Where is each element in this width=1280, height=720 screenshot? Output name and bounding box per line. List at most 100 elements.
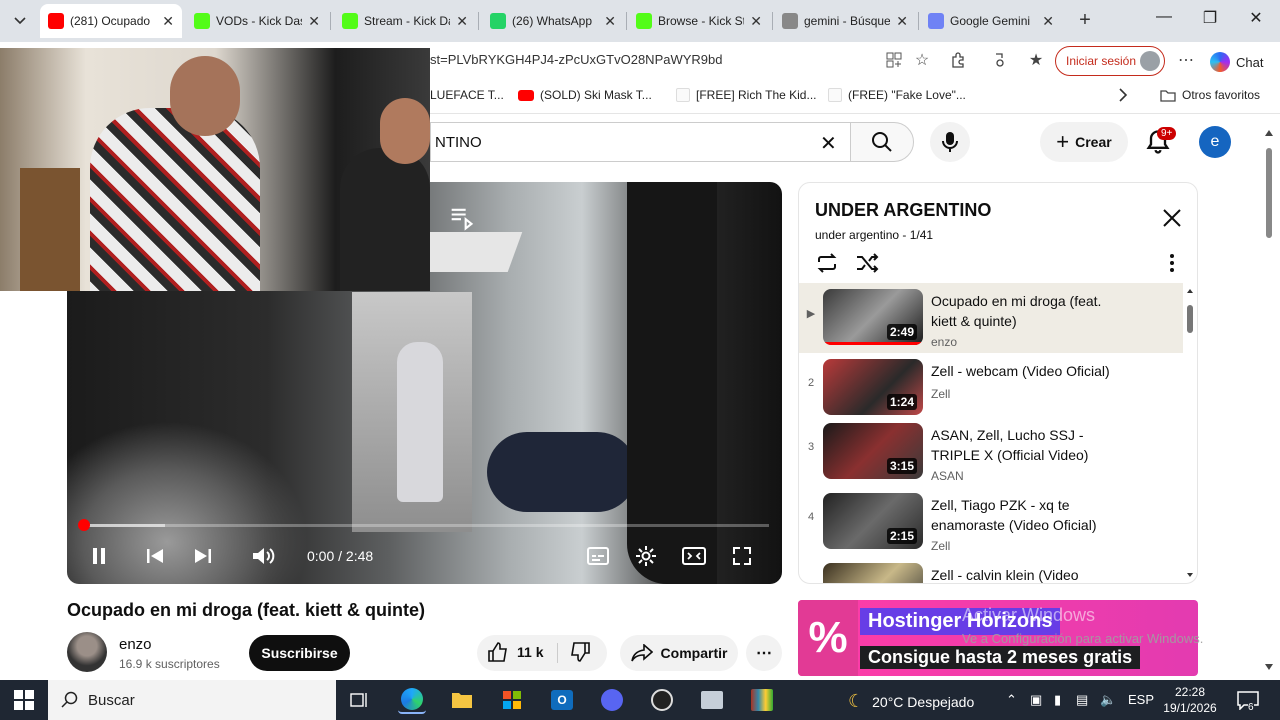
clock[interactable]: 22:28 19/1/2026 (1160, 684, 1220, 716)
subtitles-button[interactable] (584, 542, 612, 570)
browser-tab[interactable]: VODs - Kick Dash ✕ (186, 4, 328, 38)
user-avatar[interactable]: e (1199, 126, 1231, 158)
search-button[interactable] (850, 122, 914, 162)
language-indicator[interactable]: ESP (1128, 692, 1154, 707)
more-actions-button[interactable]: ⋯ (746, 635, 782, 671)
browser-tab[interactable]: gemini - Búsqueda ✕ (774, 4, 916, 38)
playlist-item[interactable]: ▶ 2:49 Ocupado en mi droga (feat. kiett & … (799, 283, 1183, 353)
network-icon[interactable]: ▤ (1076, 692, 1088, 708)
channel-name[interactable]: enzo (119, 636, 152, 653)
speaker-icon[interactable]: 🔈 (1100, 692, 1116, 708)
progress-bar[interactable] (83, 524, 769, 527)
new-tab-button[interactable]: + (1073, 9, 1097, 32)
tab-close-icon[interactable]: ✕ (896, 13, 908, 30)
playlist-item[interactable]: 2 1:24 Zell - webcam (Video Oficial) Zell (799, 353, 1183, 423)
playlist-item-title[interactable]: Zell - calvin klein (Video (931, 565, 1121, 583)
tab-close-icon[interactable]: ✕ (162, 13, 174, 30)
playlist-item-title[interactable]: ASAN, Zell, Lucho SSJ - TRIPLE X (Offici… (931, 425, 1121, 465)
create-button[interactable]: + Crear (1040, 122, 1128, 162)
sign-in-label: Iniciar sesión (1066, 54, 1137, 68)
apps-icon[interactable] (880, 48, 908, 72)
tray-chevron-icon[interactable]: ⌃ (1006, 692, 1017, 708)
clear-search-icon[interactable]: ✕ (820, 131, 837, 156)
battery-icon[interactable]: ▮ (1054, 692, 1061, 708)
tray-app-icon[interactable]: ▣ (1030, 692, 1042, 708)
minimize-button[interactable]: — (1144, 8, 1184, 26)
file-explorer-icon[interactable] (448, 686, 476, 714)
playlist-title[interactable]: UNDER ARGENTINO (815, 200, 991, 221)
playlist-item[interactable]: Zell - calvin klein (Video (799, 557, 1183, 583)
playlist-item-title[interactable]: Ocupado en mi droga (feat. kiett & quint… (931, 291, 1121, 331)
other-favorites-folder[interactable]: Otros favoritos (1160, 88, 1260, 102)
playlist-item-thumbnail[interactable]: 2:15 (823, 493, 923, 549)
pause-button[interactable] (85, 542, 113, 570)
share-button[interactable]: Compartir (620, 635, 738, 671)
tab-close-icon[interactable]: ✕ (750, 13, 762, 30)
subscribe-button[interactable]: Suscribirse (249, 635, 350, 671)
browser-tab[interactable]: Browse - Kick Str ✕ (628, 4, 770, 38)
obs-studio-icon[interactable] (648, 686, 676, 714)
bookmark-item[interactable]: [FREE] Rich The Kid... (676, 88, 817, 102)
edge-browser-icon[interactable] (398, 686, 426, 714)
playlist-queue-icon[interactable] (447, 204, 475, 232)
volume-button[interactable] (249, 542, 277, 570)
discord-icon[interactable] (598, 686, 626, 714)
outlook-icon[interactable]: O (548, 686, 576, 714)
search-input[interactable]: NTINO (430, 122, 850, 162)
tab-actions-menu-icon[interactable] (6, 7, 34, 35)
playlist-item-thumbnail[interactable]: 2:49 (823, 289, 923, 345)
voice-search-button[interactable] (930, 122, 970, 162)
playlist-item-thumbnail[interactable]: 1:24 (823, 359, 923, 415)
browser-tab[interactable]: (281) Ocupado ✕ (40, 4, 182, 38)
bookmark-item[interactable]: (SOLD) Ski Mask T... (518, 88, 652, 102)
playlist-item-thumbnail[interactable] (823, 563, 923, 583)
previous-button[interactable] (141, 542, 169, 570)
playlist-item[interactable]: 4 2:15 Zell, Tiago PZK - xq te enamoraste … (799, 487, 1183, 557)
bookmark-item[interactable]: LUEFACE T... (430, 88, 504, 102)
dislike-button[interactable] (569, 641, 591, 668)
task-view-icon[interactable] (346, 686, 374, 714)
tab-close-icon[interactable]: ✕ (308, 13, 320, 30)
like-button[interactable]: 11 k (487, 641, 543, 663)
media-playback-icon[interactable] (986, 48, 1014, 72)
tab-close-icon[interactable]: ✕ (604, 13, 616, 30)
browser-tab[interactable]: Stream - Kick Da ✕ (334, 4, 476, 38)
app-window-icon[interactable] (698, 686, 726, 714)
loop-icon[interactable] (815, 251, 839, 275)
favorite-star-icon[interactable]: ☆ (908, 48, 936, 72)
favorites-icon[interactable]: ★ (1022, 48, 1050, 72)
next-button[interactable] (189, 542, 217, 570)
channel-avatar[interactable] (67, 632, 107, 672)
page-scrollbar[interactable] (1262, 126, 1276, 676)
playlist-item-title[interactable]: Zell, Tiago PZK - xq te enamoraste (Vide… (931, 495, 1121, 535)
fullscreen-button[interactable] (728, 542, 756, 570)
bookmarks-overflow-chevron-icon[interactable] (1118, 88, 1128, 102)
playlist-item-thumbnail[interactable]: 3:15 (823, 423, 923, 479)
winrar-icon[interactable] (748, 686, 776, 714)
copilot-chat-button[interactable]: Chat (1210, 52, 1263, 72)
sign-in-button[interactable]: Iniciar sesión (1055, 46, 1165, 76)
close-icon[interactable] (1161, 207, 1183, 229)
extensions-icon[interactable] (944, 48, 972, 72)
microsoft-store-icon[interactable] (498, 686, 526, 714)
settings-button[interactable] (632, 542, 660, 570)
weather-widget[interactable]: ☾ 20°C Despejado (848, 691, 974, 712)
browser-tab[interactable]: (26) WhatsApp ✕ (482, 4, 624, 38)
shuffle-icon[interactable] (855, 251, 879, 275)
more-menu-icon[interactable]: ⋯ (1172, 48, 1200, 72)
browser-tab[interactable]: Google Gemini ✕ (920, 4, 1062, 38)
taskbar-search-box[interactable]: Buscar (48, 680, 336, 720)
kebab-menu-icon[interactable] (1161, 251, 1183, 275)
progress-handle[interactable] (78, 519, 90, 531)
tab-close-icon[interactable]: ✕ (1042, 13, 1054, 30)
windows-start-icon[interactable] (14, 690, 34, 710)
theater-mode-button[interactable] (680, 542, 708, 570)
tab-close-icon[interactable]: ✕ (456, 13, 468, 30)
address-bar[interactable]: st=PLVbRYKGH4PJ4-zPcUxGTvO28NPaWYR9bd (430, 52, 723, 67)
close-window-button[interactable]: ✕ (1236, 8, 1276, 28)
playlist-item[interactable]: 3 3:15 ASAN, Zell, Lucho SSJ - TRIPLE X (O… (799, 417, 1183, 487)
restore-button[interactable]: ❐ (1190, 8, 1230, 28)
playlist-scrollbar[interactable] (1186, 287, 1194, 583)
bookmark-item[interactable]: (FREE) "Fake Love"... (828, 88, 966, 102)
playlist-item-title[interactable]: Zell - webcam (Video Oficial) (931, 361, 1121, 381)
